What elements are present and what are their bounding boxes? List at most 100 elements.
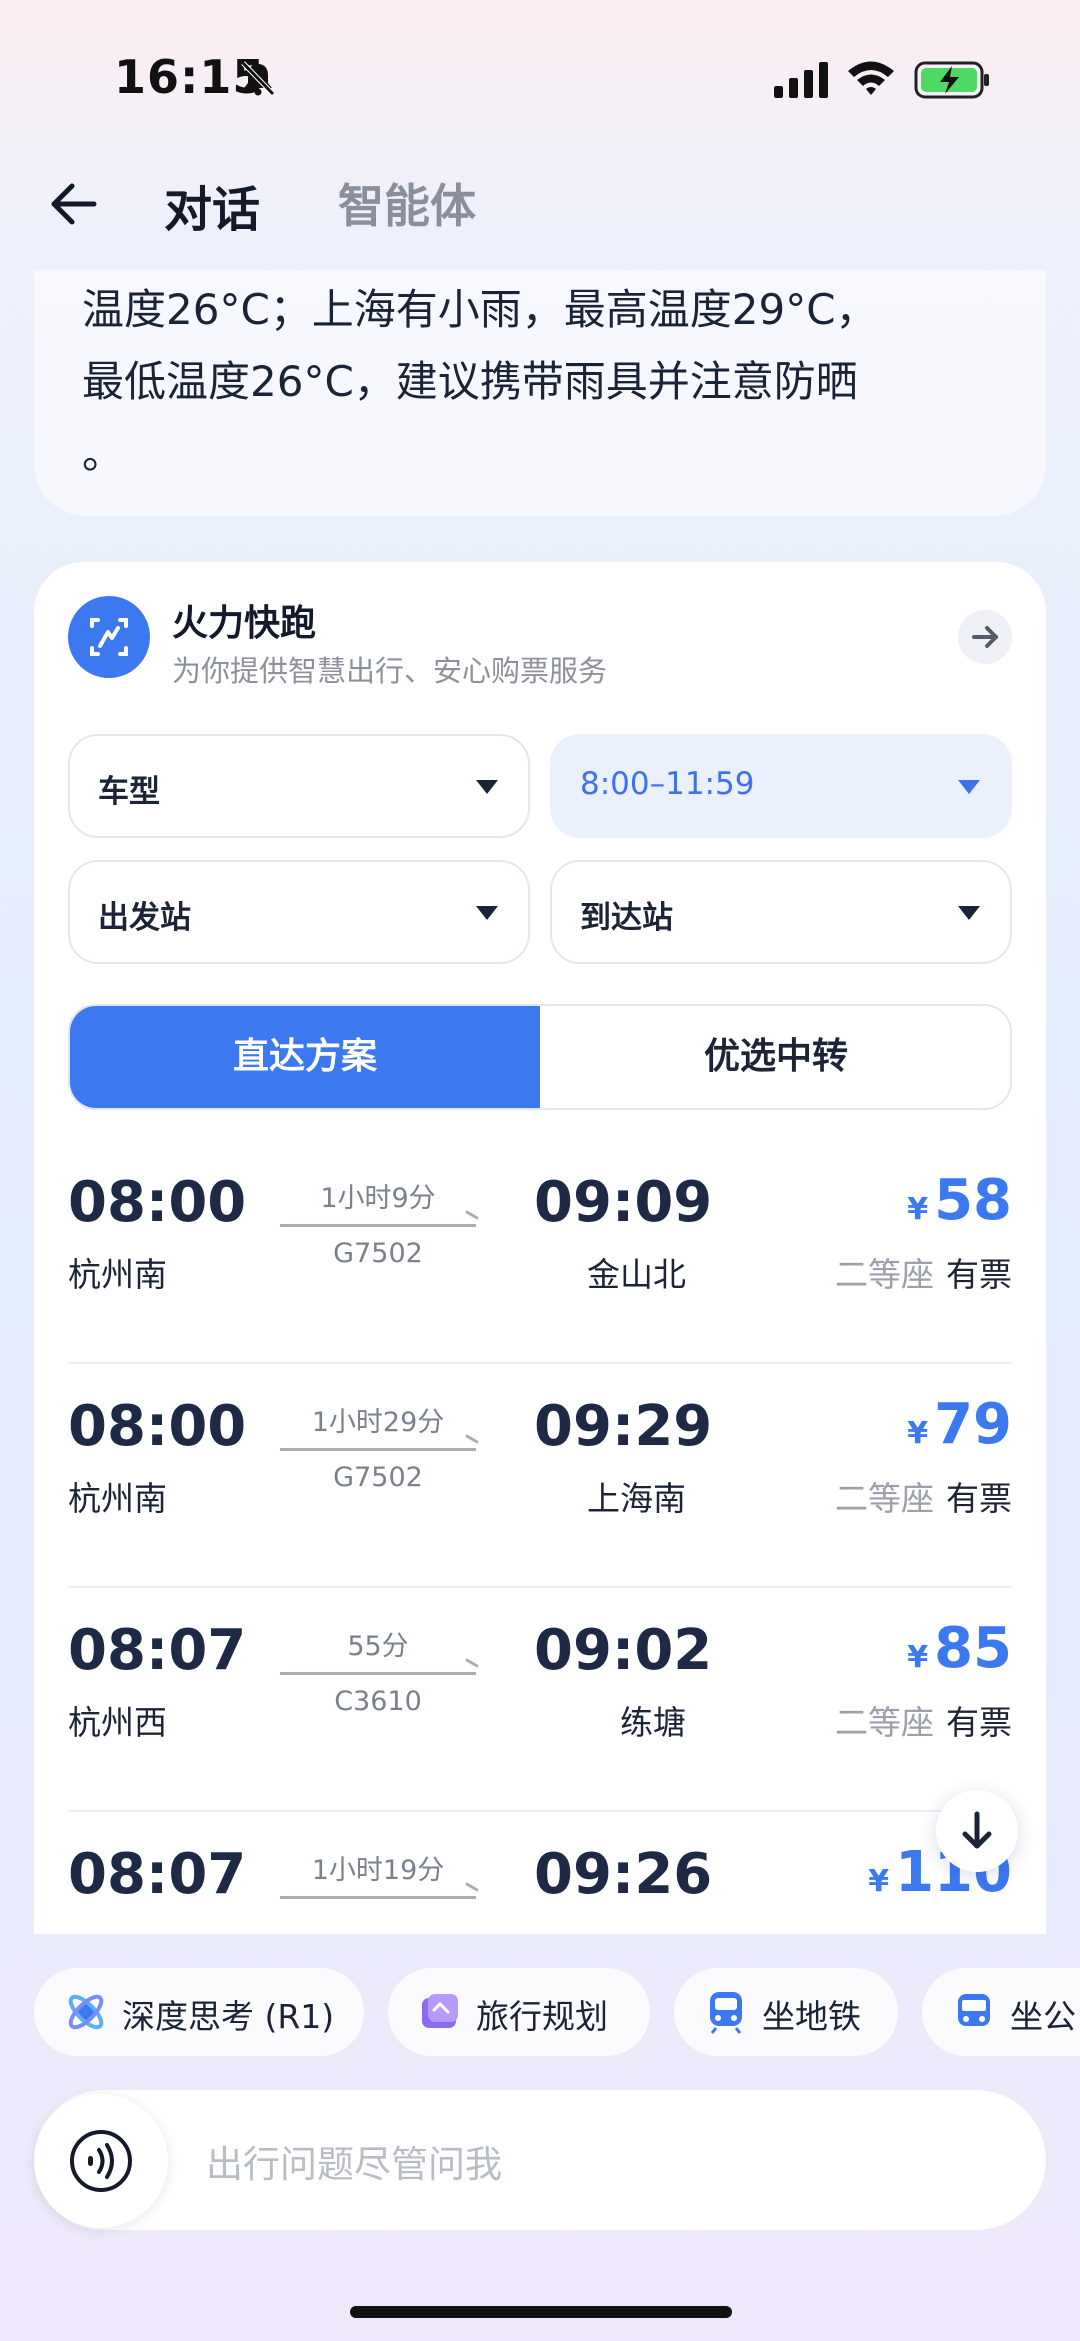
duration: 1小时29分	[311, 1407, 445, 1438]
deep-think-icon	[68, 1994, 104, 2030]
seat-info: 二等座 有票	[835, 1248, 1012, 1296]
status-bar: 16:15	[0, 0, 1080, 160]
metro-icon	[710, 1992, 742, 2034]
route-arrow-icon	[280, 1896, 476, 1899]
currency-symbol: ¥	[868, 1864, 890, 1899]
chip-travel-plan[interactable]: 旅行规划	[388, 1968, 650, 2056]
chip-metro[interactable]: 坐地铁	[674, 1968, 898, 2056]
currency-symbol: ¥	[907, 1192, 929, 1227]
app-logo	[68, 596, 150, 678]
price: ¥79	[907, 1392, 1012, 1457]
departure-time: 08:07	[68, 1618, 247, 1683]
arrival-time: 09:26	[534, 1842, 713, 1907]
chip-bus[interactable]: 坐公	[922, 1968, 1080, 2056]
bus-icon	[958, 1994, 990, 2026]
train-number: C3610	[334, 1686, 422, 1717]
train-row[interactable]: 08:00 杭州南 1小时9分 G7502 09:09 金山北 ¥58 二等座有…	[68, 1140, 1012, 1364]
app-name: 火力快跑	[172, 603, 317, 644]
tab-transfer-plan[interactable]: 优选中转	[540, 1006, 1010, 1108]
battery-charging-icon	[914, 61, 989, 99]
seat-info: 二等座 有票	[835, 1472, 1012, 1520]
message-line: 温度26°C；上海有小雨，最高温度29°C，	[82, 285, 878, 334]
caret-down-icon	[958, 780, 980, 794]
arrow-right-icon	[972, 626, 998, 648]
train-row[interactable]: 08:07 1小时19分 09:26 ¥110	[68, 1812, 1012, 1934]
tab-direct-plan[interactable]: 直达方案	[70, 1006, 540, 1108]
currency-symbol: ¥	[907, 1416, 929, 1451]
filter-label: 到达站	[580, 900, 673, 936]
open-app-button[interactable]	[958, 610, 1012, 664]
train-number: G7502	[333, 1462, 423, 1493]
app-description: 为你提供智慧出行、安心购票服务	[172, 654, 608, 688]
departure-time: 08:00	[68, 1394, 247, 1459]
price-amount: 79	[934, 1392, 1012, 1457]
caret-down-icon	[958, 906, 980, 920]
chip-label: 坐地铁	[762, 1997, 861, 2036]
route-arrow-icon	[280, 1224, 476, 1227]
time-range-filter[interactable]: 8:00–11:59	[550, 734, 1012, 838]
price: ¥58	[907, 1168, 1012, 1233]
departure-station-filter[interactable]: 出发站	[68, 860, 530, 964]
departure-station: 杭州南	[68, 1479, 167, 1518]
seat-class: 二等座	[835, 1703, 934, 1742]
duration: 55分	[347, 1631, 409, 1662]
message-line: 最低温度26°C，建议携带雨具并注意防晒	[82, 357, 858, 406]
ticket-availability: 有票	[946, 1703, 1012, 1742]
scan-ticket-icon	[90, 618, 128, 656]
price-amount: 85	[934, 1616, 1012, 1681]
route-arrow-icon	[280, 1448, 476, 1451]
back-arrow-icon[interactable]	[48, 178, 100, 230]
arrival-time: 09:02	[534, 1618, 713, 1683]
filter-label: 车型	[98, 774, 160, 810]
duration: 1小时19分	[311, 1855, 445, 1886]
travel-plan-icon	[422, 1994, 458, 2028]
caret-down-icon	[476, 906, 498, 920]
chip-label: 坐公	[1010, 1997, 1076, 2036]
ticket-availability: 有票	[946, 1479, 1012, 1518]
chip-deep-think[interactable]: 深度思考 (R1)	[34, 1968, 364, 2056]
voice-input-button[interactable]	[34, 2094, 168, 2228]
train-row[interactable]: 08:00 杭州南 1小时29分 G7502 09:29 上海南 ¥79 二等座…	[68, 1364, 1012, 1588]
train-row[interactable]: 08:07 杭州西 55分 C3610 09:02 练塘 ¥85 二等座 有票	[68, 1588, 1012, 1812]
filter-label: 出发站	[98, 900, 191, 936]
tab-agent[interactable]: 智能体	[338, 170, 476, 236]
train-type-filter[interactable]: 车型	[68, 734, 530, 838]
price-amount: 58	[934, 1168, 1012, 1233]
route-arrow-icon	[280, 1672, 476, 1675]
arrival-time: 09:29	[534, 1394, 713, 1459]
bell-muted-icon	[241, 61, 275, 96]
train-number: G7502	[333, 1238, 423, 1269]
message-line: 。	[82, 429, 125, 478]
caret-down-icon	[476, 780, 498, 794]
seat-class: 二等座	[835, 1479, 934, 1518]
previous-message-bubble: 温度26°C；上海有小雨，最高温度29°C， 最低温度26°C，建议携带雨具并注…	[34, 270, 1046, 516]
ticket-availability: 有票	[946, 1255, 1012, 1294]
departure-station: 杭州南	[68, 1255, 167, 1294]
wifi-icon	[848, 61, 894, 95]
arrival-time: 09:09	[534, 1170, 713, 1235]
arrow-down-icon	[962, 1811, 992, 1849]
currency-symbol: ¥	[907, 1640, 929, 1675]
duration: 1小时9分	[320, 1183, 436, 1214]
tab-dialog[interactable]: 对话	[164, 170, 260, 240]
voice-wave-icon	[70, 2130, 132, 2192]
arrival-station-filter[interactable]: 到达站	[550, 860, 1012, 964]
train-list: 08:00 杭州南 1小时9分 G7502 09:09 金山北 ¥58 二等座有…	[68, 1140, 1012, 1934]
departure-station: 杭州西	[68, 1703, 167, 1742]
signal-icon	[774, 62, 828, 98]
seat-class: 二等座	[835, 1255, 934, 1294]
chip-label: 深度思考 (R1)	[122, 1997, 335, 2036]
chat-input-placeholder[interactable]: 出行问题尽管问我	[206, 2134, 502, 2188]
scroll-to-bottom-button[interactable]	[936, 1790, 1018, 1872]
price: ¥85	[907, 1616, 1012, 1681]
arrival-station: 上海南	[587, 1479, 686, 1518]
header	[0, 160, 1080, 270]
train-ticket-card: 火力快跑 为你提供智慧出行、安心购票服务 车型 8:00–11:59 出发站 到…	[34, 562, 1046, 1934]
departure-time: 08:00	[68, 1170, 247, 1235]
chip-label: 旅行规划	[476, 1997, 608, 2036]
chat-input-bar[interactable]	[34, 2090, 1046, 2230]
arrival-station: 金山北	[587, 1255, 686, 1294]
plan-segmented-control: 直达方案 优选中转	[68, 1004, 1012, 1110]
filter-label: 8:00–11:59	[580, 766, 755, 802]
departure-time: 08:07	[68, 1842, 247, 1907]
